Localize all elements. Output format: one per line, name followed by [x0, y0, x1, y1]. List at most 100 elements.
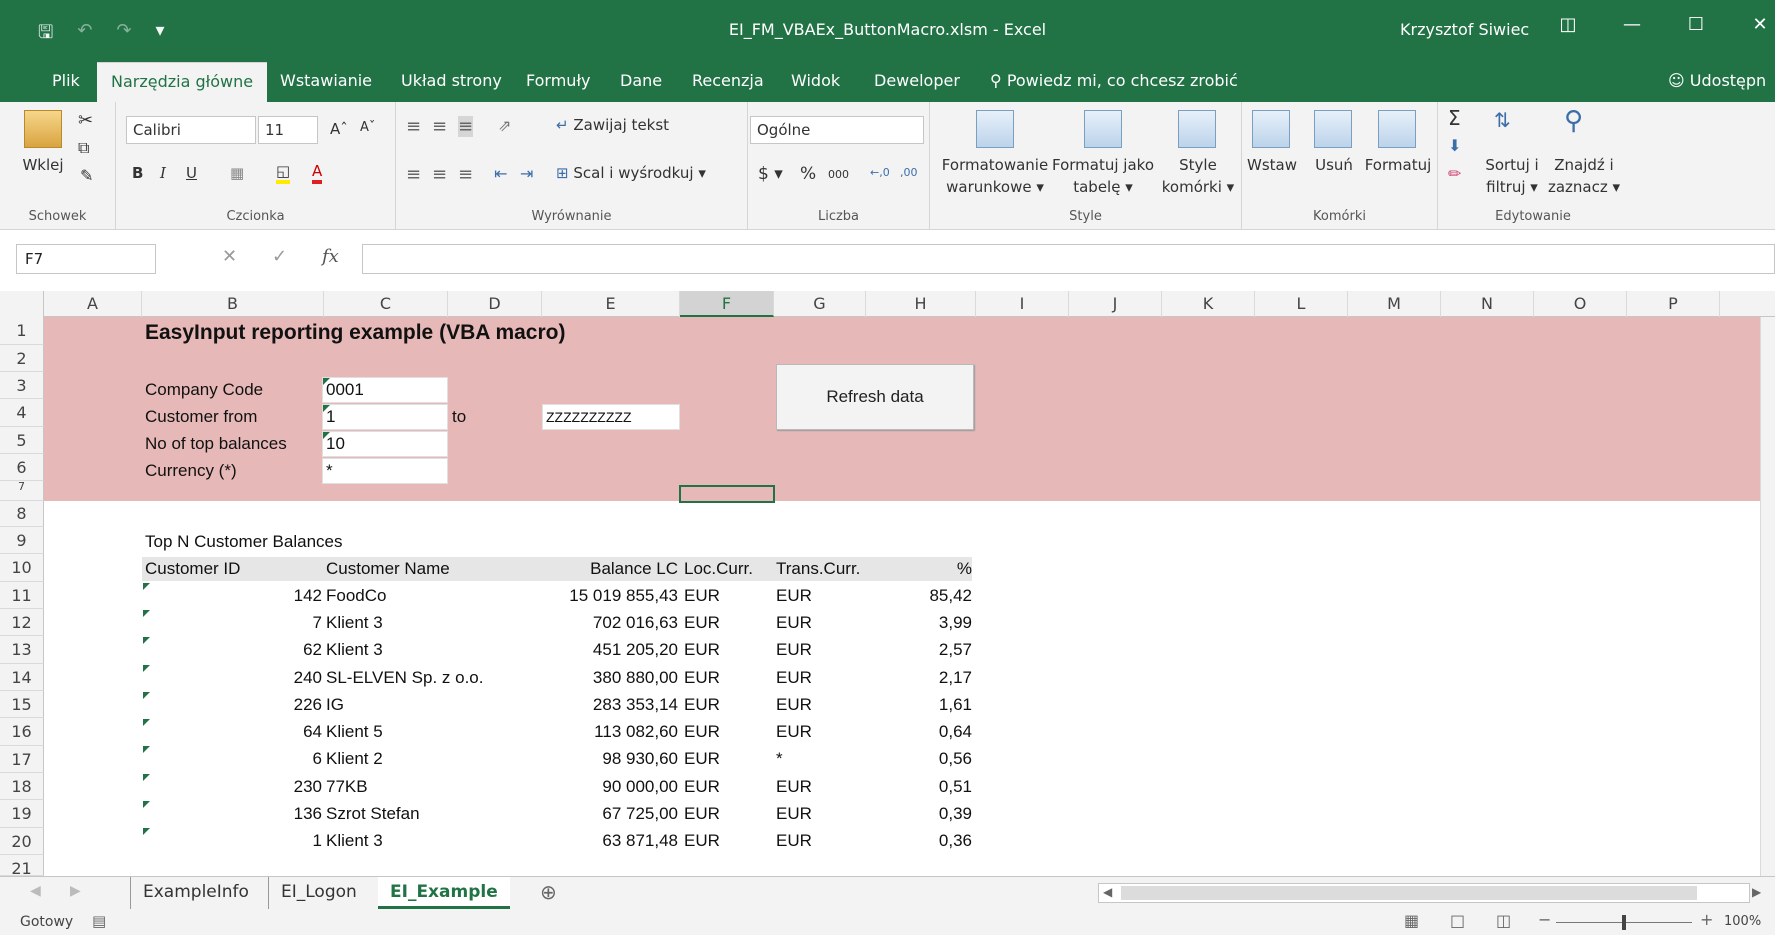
customer-id[interactable]: 142 — [142, 586, 322, 606]
row-header[interactable]: 1 — [0, 317, 44, 345]
merge-center-button[interactable]: ⊞ Scal i wyśrodkuj ▾ — [556, 164, 706, 182]
insert-cells-button[interactable]: Wstaw — [1246, 154, 1298, 176]
customer-from-input[interactable]: 1 — [322, 404, 448, 430]
sheet-tab-ei-example[interactable]: EI_Example — [378, 877, 510, 909]
row-header[interactable]: 7 — [0, 481, 44, 501]
row-header[interactable]: 16 — [0, 718, 44, 746]
loc-curr[interactable]: EUR — [684, 695, 720, 715]
percent[interactable]: 85,42 — [866, 586, 972, 606]
format-cells-button[interactable]: Formatuj — [1362, 154, 1434, 176]
company-code-input[interactable]: 0001 — [322, 377, 448, 403]
vertical-scrollbar[interactable] — [1760, 317, 1775, 876]
bold-icon[interactable]: B — [132, 164, 143, 182]
font-size-select[interactable]: 11 — [258, 116, 318, 144]
tab-file[interactable]: Plik — [38, 62, 94, 102]
align-top-icon[interactable]: ≡ — [406, 116, 421, 137]
page-break-view-icon[interactable]: ◫ — [1496, 911, 1511, 930]
font-name-select[interactable]: Calibri — [126, 116, 256, 144]
trans-curr[interactable]: EUR — [776, 695, 812, 715]
col-header-c[interactable]: C — [324, 291, 448, 317]
col-header-d[interactable]: D — [448, 291, 542, 317]
balance-lc[interactable]: 283 353,14 — [542, 695, 678, 715]
loc-curr[interactable]: EUR — [684, 668, 720, 688]
currency-input[interactable]: * — [322, 458, 448, 484]
underline-icon[interactable]: U — [186, 164, 197, 182]
customer-id[interactable]: 136 — [142, 804, 322, 824]
balance-lc[interactable]: 702 016,63 — [542, 613, 678, 633]
customer-id[interactable]: 6 — [142, 749, 322, 769]
row-header[interactable]: 15 — [0, 691, 44, 718]
format-table-button[interactable]: Formatuj jako tabelę ▾ — [1048, 154, 1158, 198]
col-header-b[interactable]: B — [142, 291, 324, 317]
balance-lc[interactable]: 98 930,60 — [542, 749, 678, 769]
balance-lc[interactable]: 67 725,00 — [542, 804, 678, 824]
tab-view[interactable]: Widok — [777, 62, 854, 102]
top-balances-input[interactable]: 10 — [322, 431, 448, 457]
row-header[interactable]: 18 — [0, 773, 44, 800]
customer-id[interactable]: 7 — [142, 613, 322, 633]
to-label[interactable]: to — [452, 407, 466, 427]
col-header-e[interactable]: E — [542, 291, 680, 317]
fill-icon[interactable]: ⬇ — [1448, 136, 1461, 155]
maximize-icon[interactable]: ☐ — [1676, 14, 1716, 35]
sort-filter-icon[interactable]: ⇅ — [1494, 108, 1511, 132]
enter-icon[interactable]: ✓ — [272, 246, 287, 267]
name-box[interactable]: F7 — [16, 244, 156, 274]
percent[interactable]: 2,57 — [866, 640, 972, 660]
minimize-icon[interactable]: — — [1612, 14, 1652, 35]
zoom-out-icon[interactable]: − — [1538, 910, 1551, 929]
increase-decimal-icon[interactable]: ←,0 — [870, 166, 890, 179]
conditional-format-icon[interactable] — [976, 110, 1014, 148]
balance-lc[interactable]: 63 871,48 — [542, 831, 678, 851]
loc-curr[interactable]: EUR — [684, 804, 720, 824]
formula-input[interactable] — [362, 244, 1775, 274]
tab-review[interactable]: Recenzja — [678, 62, 778, 102]
number-format-select[interactable]: Ogólne — [750, 116, 924, 144]
header-percent[interactable]: % — [866, 559, 972, 579]
loc-curr[interactable]: EUR — [684, 722, 720, 742]
percent[interactable]: 3,99 — [866, 613, 972, 633]
percent[interactable]: 1,61 — [866, 695, 972, 715]
align-right-icon[interactable]: ≡ — [458, 164, 473, 185]
increase-indent-icon[interactable]: ⇥ — [520, 164, 533, 183]
col-header-n[interactable]: N — [1441, 291, 1534, 317]
zoom-in-icon[interactable]: + — [1700, 910, 1713, 929]
active-cell-selection[interactable] — [679, 485, 775, 503]
autosum-icon[interactable]: Σ — [1448, 106, 1461, 130]
header-trans-curr[interactable]: Trans.Curr. — [776, 559, 860, 579]
refresh-data-button[interactable]: Refresh data — [776, 364, 974, 430]
delete-cells-icon[interactable] — [1314, 110, 1352, 148]
decrease-indent-icon[interactable]: ⇤ — [494, 164, 507, 183]
delete-cells-button[interactable]: Usuń — [1308, 154, 1360, 176]
find-select-icon[interactable]: ⚲ — [1564, 106, 1583, 136]
customer-id[interactable]: 1 — [142, 831, 322, 851]
loc-curr[interactable]: EUR — [684, 613, 720, 633]
row-header[interactable]: 21 — [0, 855, 44, 876]
loc-curr[interactable]: EUR — [684, 586, 720, 606]
wrap-text-button[interactable]: ↵ Zawijaj tekst — [556, 116, 669, 134]
loc-curr[interactable]: EUR — [684, 749, 720, 769]
add-sheet-icon[interactable]: ⊕ — [540, 880, 557, 904]
percent[interactable]: 0,64 — [866, 722, 972, 742]
ribbon-display-icon[interactable]: ◫ — [1548, 14, 1588, 35]
customer-from-label[interactable]: Customer from — [145, 407, 257, 427]
balance-lc[interactable]: 15 019 855,43 — [542, 586, 678, 606]
col-header-k[interactable]: K — [1162, 291, 1255, 317]
trans-curr[interactable]: * — [776, 749, 783, 769]
sort-filter-button[interactable]: Sortuj i filtruj ▾ — [1480, 154, 1544, 198]
balance-lc[interactable]: 380 880,00 — [542, 668, 678, 688]
col-header-f[interactable]: F — [680, 291, 774, 317]
row-header[interactable]: 8 — [0, 501, 44, 527]
share-button[interactable]: ☺ Udostępn — [1668, 62, 1766, 100]
customer-id[interactable]: 226 — [142, 695, 322, 715]
customer-name[interactable]: Szrot Stefan — [326, 804, 420, 824]
orientation-icon[interactable]: ⇗ — [498, 116, 511, 135]
table-title[interactable]: Top N Customer Balances — [145, 532, 342, 552]
percent-icon[interactable]: % — [800, 164, 816, 184]
percent[interactable]: 0,39 — [866, 804, 972, 824]
col-header-p[interactable]: P — [1627, 291, 1720, 317]
loc-curr[interactable]: EUR — [684, 777, 720, 797]
balance-lc[interactable]: 451 205,20 — [542, 640, 678, 660]
horizontal-scrollbar[interactable]: ◀ — [1098, 883, 1750, 903]
customer-name[interactable]: Klient 2 — [326, 749, 383, 769]
